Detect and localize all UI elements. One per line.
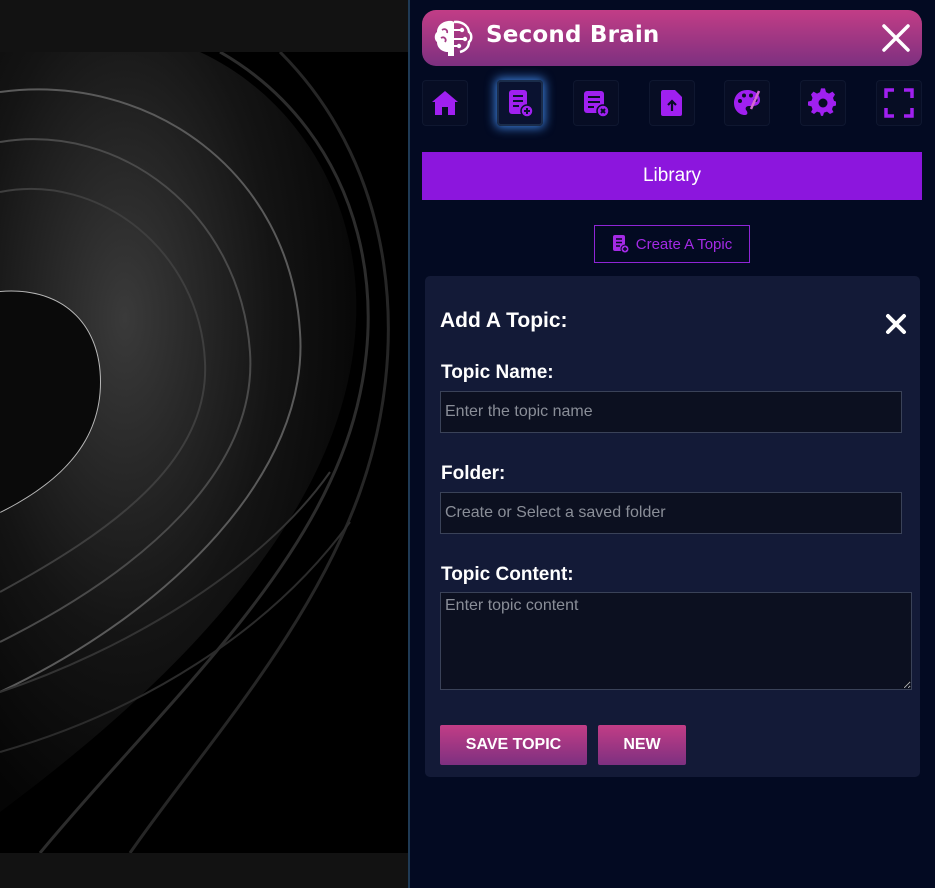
home-button[interactable] xyxy=(422,80,468,126)
abstract-wallpaper xyxy=(0,52,408,853)
main-toolbar xyxy=(422,80,922,128)
create-topic-label: Create A Topic xyxy=(635,235,733,253)
palette-icon xyxy=(734,90,761,115)
upload-button[interactable] xyxy=(649,80,695,126)
topic-content-textarea[interactable] xyxy=(440,592,912,690)
document-add-icon xyxy=(612,235,630,254)
topic-name-label: Topic Name: xyxy=(441,362,554,383)
topic-list-button[interactable] xyxy=(573,80,619,126)
side-panel: Second Brain Library Create A Topic Add … xyxy=(408,0,935,888)
theme-button[interactable] xyxy=(724,80,770,126)
background-bottom-strip xyxy=(0,853,408,888)
add-topic-form: Add A Topic: Topic Name: Folder: Topic C… xyxy=(425,276,920,777)
list-add-icon xyxy=(584,91,610,118)
create-topic-link[interactable]: Create A Topic xyxy=(594,225,750,263)
new-topic-button[interactable]: NEW xyxy=(598,725,686,765)
brain-circuit-icon xyxy=(434,20,473,57)
fullscreen-icon xyxy=(884,88,914,118)
section-title: Library xyxy=(642,165,702,186)
desktop-background xyxy=(0,0,408,888)
topic-name-input[interactable] xyxy=(440,391,902,433)
close-icon[interactable] xyxy=(884,312,908,336)
app-title: Second Brain xyxy=(486,22,660,48)
document-add-icon xyxy=(509,90,534,118)
section-title-bar: Library xyxy=(422,152,922,200)
settings-button[interactable] xyxy=(800,80,846,126)
create-topic-button[interactable] xyxy=(497,80,543,126)
folder-label: Folder: xyxy=(441,463,506,484)
file-upload-icon xyxy=(661,90,682,116)
app-header: Second Brain xyxy=(422,10,922,66)
background-top-strip xyxy=(0,0,408,52)
gear-icon xyxy=(808,88,836,116)
home-icon xyxy=(432,91,458,115)
close-icon[interactable] xyxy=(880,22,912,54)
save-topic-button[interactable]: SAVE TOPIC xyxy=(440,725,587,765)
form-heading: Add A Topic: xyxy=(440,309,568,332)
topic-content-label: Topic Content: xyxy=(441,564,574,585)
fullscreen-button[interactable] xyxy=(876,80,922,126)
folder-input[interactable] xyxy=(440,492,902,534)
